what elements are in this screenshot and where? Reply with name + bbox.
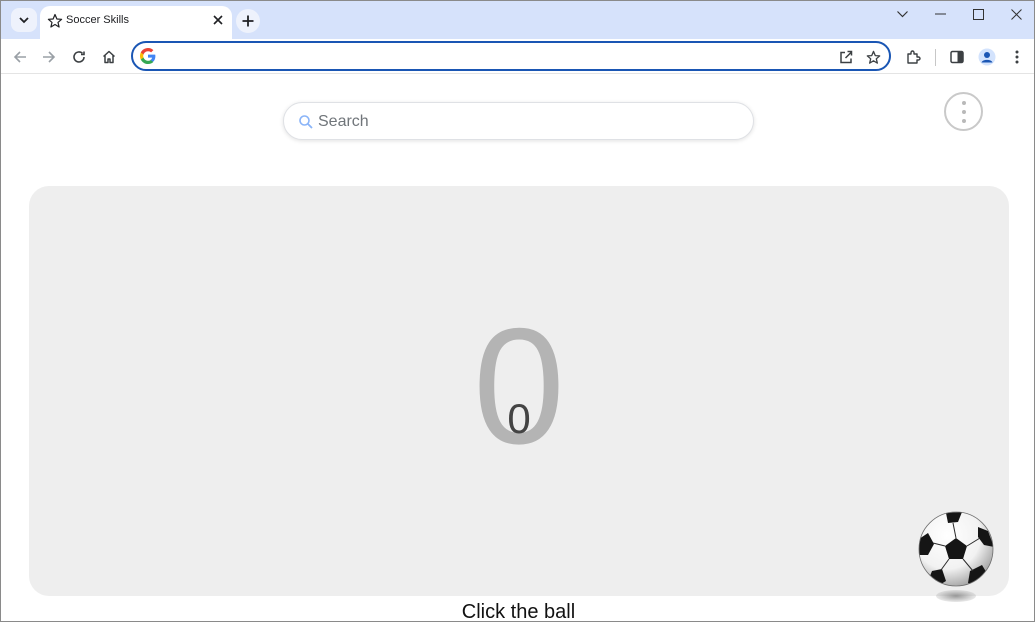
maximize-icon <box>972 8 984 20</box>
instruction-text: Click the ball <box>461 601 576 622</box>
reload-button[interactable] <box>66 44 92 70</box>
window-close-button[interactable] <box>998 1 1034 27</box>
window-close-icon <box>1010 8 1022 20</box>
tab-close-button[interactable] <box>210 12 226 28</box>
minimize-icon <box>934 13 946 15</box>
menu-dots-icon <box>1015 50 1019 64</box>
menu-dot <box>962 110 966 114</box>
menu-dot <box>962 119 966 123</box>
forward-button[interactable] <box>36 44 62 70</box>
game-play-area: 0 0 <box>29 186 1009 596</box>
side-panel-icon <box>950 50 964 64</box>
back-arrow-icon <box>13 51 26 63</box>
profile-icon <box>978 48 996 66</box>
small-score: 0 <box>507 395 531 442</box>
share-button[interactable] <box>835 46 857 68</box>
minimize-button[interactable] <box>922 1 958 27</box>
bookmark-star-icon <box>866 50 880 64</box>
home-icon <box>102 50 116 64</box>
soccer-ball-icon[interactable] <box>918 511 994 587</box>
forward-arrow-icon <box>43 51 56 63</box>
extensions-button[interactable] <box>900 44 926 70</box>
back-button[interactable] <box>7 44 33 70</box>
page-menu-button[interactable] <box>944 92 983 131</box>
profile-button[interactable] <box>974 44 1000 70</box>
reload-icon <box>73 51 85 63</box>
search-icon <box>299 115 313 129</box>
tab-search-icon <box>19 17 29 24</box>
share-icon <box>840 50 853 64</box>
google-g-icon <box>140 48 156 64</box>
maximize-button[interactable] <box>960 1 996 27</box>
search-input[interactable] <box>318 109 738 135</box>
tab-title: Soccer Skills <box>66 14 129 26</box>
extensions-icon <box>907 50 921 64</box>
browser-menu-button[interactable] <box>1004 44 1030 70</box>
star-icon <box>47 13 63 28</box>
big-score: 0 <box>473 294 565 478</box>
toolbar-separator <box>935 49 936 66</box>
plus-icon <box>242 15 254 27</box>
tab-search-button[interactable] <box>11 8 37 32</box>
home-button[interactable] <box>96 44 122 70</box>
tab-strip: Soccer Skills <box>1 1 1034 39</box>
address-bar[interactable] <box>131 41 891 71</box>
tab-list-button[interactable] <box>884 1 920 27</box>
close-icon <box>213 15 223 25</box>
bookmark-button[interactable] <box>862 46 884 68</box>
active-tab[interactable]: Soccer Skills <box>40 6 232 39</box>
page-search-box[interactable] <box>283 102 754 140</box>
menu-dot <box>962 101 966 105</box>
chevron-down-icon <box>896 10 908 17</box>
browser-toolbar <box>1 39 1034 74</box>
side-panel-button[interactable] <box>944 44 970 70</box>
new-tab-button[interactable] <box>236 9 260 33</box>
browser-window: Soccer Skills Search 0 0 Click the ball <box>0 0 1035 622</box>
